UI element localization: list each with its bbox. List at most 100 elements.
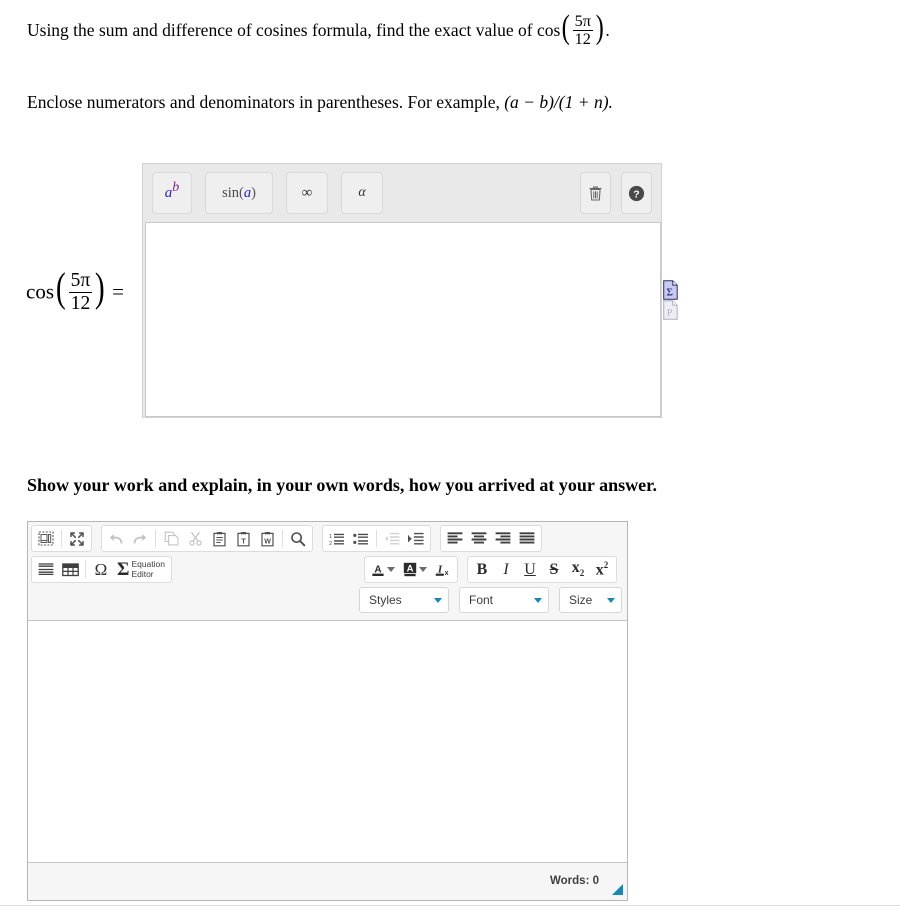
- remove-format-button[interactable]: I x: [431, 558, 455, 581]
- subscript-button[interactable]: x2: [566, 558, 590, 581]
- math-toolbar-right-group: ?: [580, 172, 652, 214]
- align-justify-button[interactable]: [515, 527, 539, 550]
- svg-text:2: 2: [329, 540, 332, 545]
- svg-text:Σ: Σ: [666, 288, 673, 299]
- equation-editor-label-line2: Editor: [131, 568, 154, 579]
- math-preview-icon[interactable]: Σ: [663, 280, 678, 300]
- paste-as-text-button[interactable]: T: [231, 527, 255, 550]
- editor-toolbar-row-3: Styles Font Size: [31, 587, 624, 620]
- equation-editor-label-line1: Equation: [131, 559, 165, 569]
- align-right-button[interactable]: [491, 527, 515, 550]
- sin-label: sin: [222, 184, 239, 201]
- inline-period: .: [605, 20, 610, 41]
- paste-button[interactable]: [207, 527, 231, 550]
- list-indent-group: 1 2: [322, 525, 431, 552]
- editor-toolbar-row-2: Ω Σ Equation Editor A A I x B I U S x2 x…: [31, 556, 624, 587]
- sin-argument: a: [243, 184, 252, 201]
- infinity-button[interactable]: ∞: [286, 172, 328, 214]
- size-dropdown-label: Size: [569, 593, 593, 607]
- sin-paren-close: ): [251, 184, 256, 201]
- example-expression: (a − b)/(1 + n).: [504, 92, 613, 112]
- styles-dropdown-label: Styles: [369, 593, 402, 607]
- editor-footer: Words: 0: [28, 864, 627, 900]
- equation-label: cos(5π 12) =: [26, 264, 124, 314]
- undo-button[interactable]: [104, 527, 128, 550]
- power-exponent: b: [172, 179, 180, 195]
- inline-cos-label: cos: [536, 20, 561, 41]
- superscript-button[interactable]: x2: [590, 558, 614, 581]
- find-button[interactable]: [286, 527, 310, 550]
- sigma-icon: Σ: [117, 559, 130, 580]
- svg-text:T: T: [241, 536, 246, 545]
- alpha-button[interactable]: α: [341, 172, 383, 214]
- editor-toolbar-row-2-right: A A I x B I U S x2 x2: [364, 556, 622, 583]
- align-left-button[interactable]: [443, 527, 467, 550]
- equation-fraction: 5π 12: [68, 270, 93, 314]
- size-dropdown[interactable]: Size: [559, 587, 622, 613]
- maximize-button[interactable]: [65, 527, 89, 550]
- inline-fraction: 5π 12: [572, 12, 593, 49]
- sin-glyph: sin(a): [222, 185, 256, 202]
- svg-text:W: W: [264, 538, 271, 545]
- source-button[interactable]: [34, 527, 58, 550]
- background-color-icon: A: [403, 562, 417, 577]
- superscript-base: x: [595, 561, 604, 579]
- italic-button[interactable]: I: [494, 558, 518, 581]
- paste-from-word-button[interactable]: W: [255, 527, 279, 550]
- special-character-button[interactable]: Ω: [89, 558, 113, 581]
- infinity-icon: ∞: [301, 184, 313, 201]
- horizontal-rule-button[interactable]: [34, 558, 58, 581]
- page-bottom-divider: [0, 905, 900, 906]
- question-prompt-line-1: Using the sum and difference of cosines …: [27, 8, 610, 49]
- chevron-down-icon: [534, 597, 542, 603]
- chevron-down-icon: [387, 567, 395, 572]
- document-tools-group: [31, 525, 92, 552]
- omega-icon: Ω: [94, 560, 108, 579]
- text-style-group: B I U S x2 x2: [467, 556, 617, 583]
- math-editor-toolbar: ab sin(a) ∞ α ?: [143, 164, 661, 222]
- power-button[interactable]: ab: [152, 172, 192, 214]
- resize-grip[interactable]: [612, 884, 623, 895]
- copy-button[interactable]: [159, 527, 183, 550]
- toolbar-separator: [61, 530, 62, 547]
- equation-editor-button[interactable]: Σ Equation Editor: [113, 558, 169, 581]
- redo-button[interactable]: [128, 527, 152, 550]
- bulleted-list-button[interactable]: [349, 527, 373, 550]
- strikethrough-button[interactable]: S: [542, 558, 566, 581]
- svg-text:P: P: [667, 308, 672, 318]
- bold-icon: B: [476, 560, 488, 578]
- bold-button[interactable]: B: [470, 558, 494, 581]
- superscript-icon: x2: [595, 560, 609, 579]
- math-answer-input[interactable]: [145, 222, 661, 417]
- inline-fraction-denominator: 12: [572, 30, 593, 49]
- styles-dropdown[interactable]: Styles: [359, 587, 449, 613]
- align-center-button[interactable]: [467, 527, 491, 550]
- subscript-icon: x2: [572, 560, 585, 578]
- font-dropdown[interactable]: Font: [459, 587, 549, 613]
- svg-text:?: ?: [633, 188, 639, 200]
- dropdown-group: Styles Font Size: [353, 587, 622, 613]
- subscript-base: x: [571, 559, 580, 577]
- indent-button[interactable]: [404, 527, 428, 550]
- svg-text:A: A: [407, 564, 414, 575]
- trash-icon: [588, 185, 603, 202]
- toolbar-separator: [376, 530, 377, 547]
- plain-text-preview-icon[interactable]: P: [663, 300, 678, 320]
- underline-button[interactable]: U: [518, 558, 542, 581]
- outdent-button[interactable]: [380, 527, 404, 550]
- cut-button[interactable]: [183, 527, 207, 550]
- background-color-button[interactable]: A: [399, 558, 431, 581]
- sin-button[interactable]: sin(a): [205, 172, 273, 214]
- editor-toolbar-row-1: T W 1 2: [31, 525, 624, 556]
- clear-button[interactable]: [580, 172, 611, 214]
- table-button[interactable]: [58, 558, 82, 581]
- color-format-group: A A I x: [364, 556, 458, 583]
- editor-content-area[interactable]: [28, 620, 627, 863]
- numbered-list-button[interactable]: 1 2: [325, 527, 349, 550]
- text-color-button[interactable]: A: [367, 558, 399, 581]
- toolbar-separator: [155, 530, 156, 547]
- enclose-instruction-text: Enclose numerators and denominators in p…: [27, 92, 505, 112]
- help-button[interactable]: ?: [621, 172, 652, 214]
- svg-text:1: 1: [329, 534, 332, 540]
- alpha-icon: α: [358, 185, 366, 200]
